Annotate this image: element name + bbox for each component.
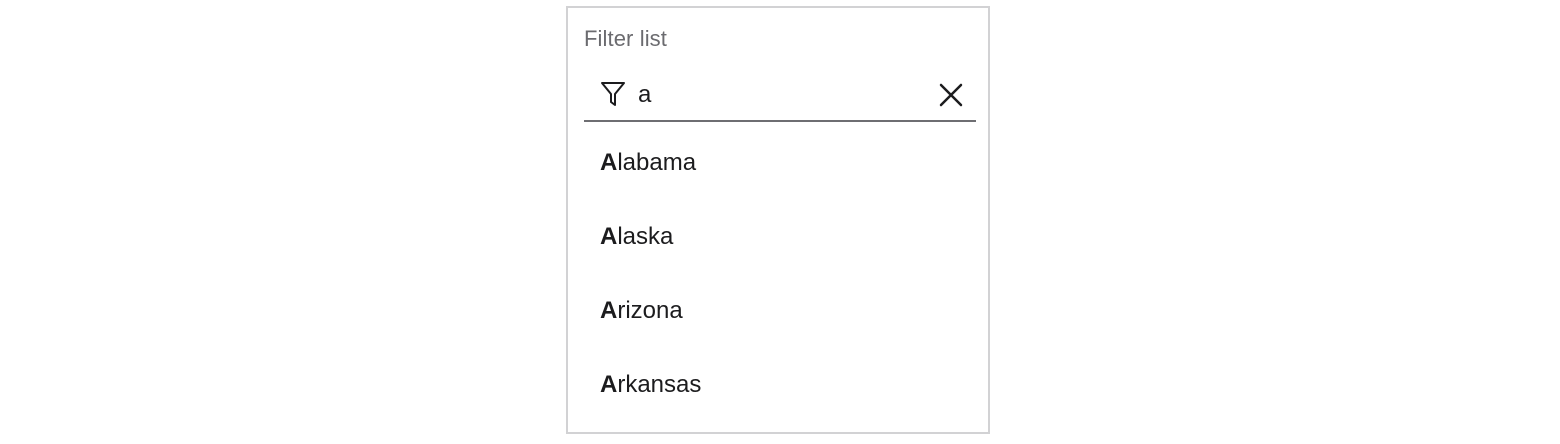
list-item[interactable]: Arkansas: [568, 348, 988, 422]
close-icon: [936, 83, 966, 113]
list-item[interactable]: Arizona: [568, 274, 988, 348]
results-list: Alabama Alaska Arizona Arkansas: [568, 126, 988, 422]
match-highlight: A: [600, 149, 618, 176]
filter-label: Filter list: [584, 26, 667, 51]
clear-filter-button[interactable]: [936, 80, 966, 110]
list-item-label: rkansas: [617, 371, 702, 398]
list-item[interactable]: Alabama: [568, 126, 988, 200]
filter-icon: [600, 80, 626, 108]
match-highlight: A: [600, 371, 618, 398]
filter-input[interactable]: [638, 78, 918, 112]
list-item-label: rizona: [617, 297, 683, 324]
match-highlight: A: [600, 297, 618, 324]
filter-list-panel: Filter list Alabama Alaska Arizona Arkan…: [566, 6, 990, 434]
match-highlight: A: [600, 223, 618, 250]
filter-field[interactable]: [584, 70, 976, 122]
list-item[interactable]: Alaska: [568, 200, 988, 274]
list-item-label: labama: [617, 149, 697, 176]
list-item-label: laska: [617, 223, 674, 250]
